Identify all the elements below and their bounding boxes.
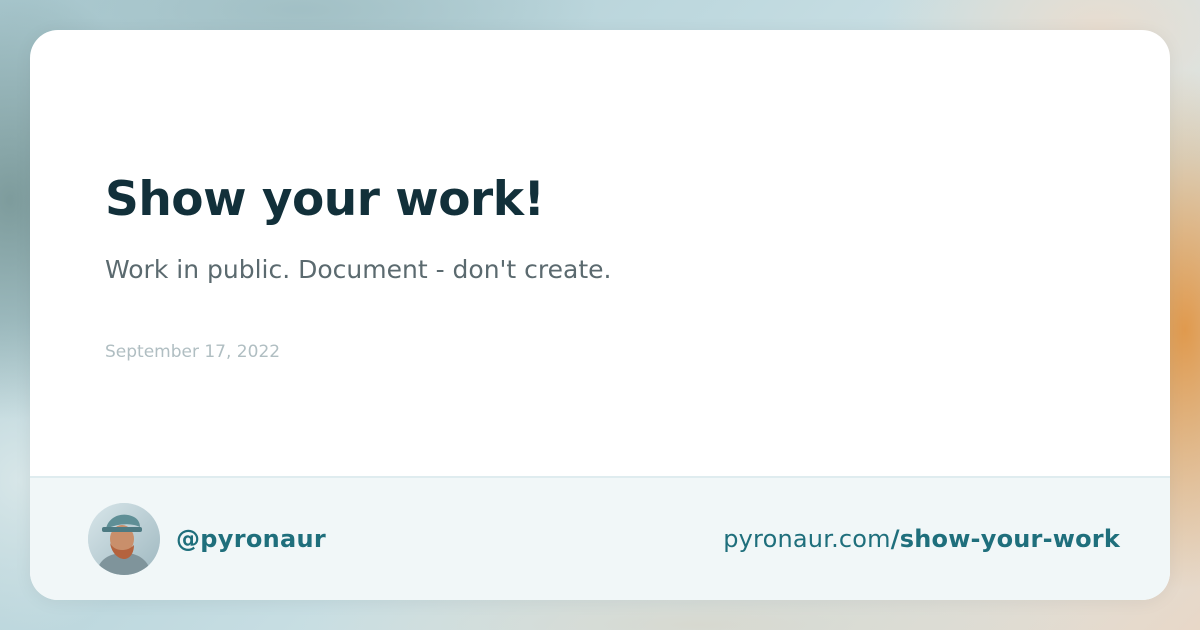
post-content: Show your work! Work in public. Document… bbox=[105, 30, 1095, 476]
avatar bbox=[88, 503, 160, 575]
post-card: Show your work! Work in public. Document… bbox=[30, 30, 1170, 600]
avatar-photo-icon bbox=[88, 503, 160, 575]
card-footer: @pyronaur pyronaur.com/show-your-work bbox=[30, 476, 1170, 600]
post-subtitle: Work in public. Document - don't create. bbox=[105, 255, 612, 284]
post-date: September 17, 2022 bbox=[105, 342, 281, 362]
post-url-link[interactable]: pyronaur.com/show-your-work bbox=[723, 522, 1120, 556]
post-title: Show your work! bbox=[105, 172, 545, 227]
url-domain: pyronaur.com bbox=[723, 525, 891, 553]
author-handle[interactable]: @pyronaur bbox=[176, 522, 326, 556]
url-path: /show-your-work bbox=[890, 525, 1120, 553]
